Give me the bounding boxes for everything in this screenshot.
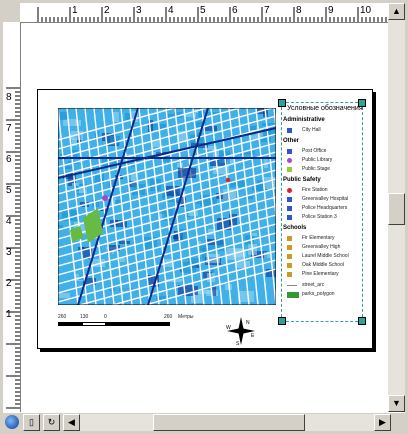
legend-group-heading: Public Safety <box>283 177 321 183</box>
legend-item-label: Police Headquarters <box>302 205 348 211</box>
ruler-corner <box>3 3 20 22</box>
scroll-thumb-horizontal[interactable] <box>153 414 305 431</box>
map-frame[interactable] <box>58 108 276 305</box>
ruler-horizontal: 1 2 3 4 5 6 7 8 9 10 <box>20 3 388 23</box>
selection-handle[interactable] <box>278 317 286 325</box>
legend-item-label: Post Office <box>302 148 327 154</box>
legend-item-label: Greenvalley High <box>302 244 341 250</box>
vertical-scrollbar[interactable]: ▲ ▼ <box>388 3 405 412</box>
circle-icon <box>287 158 292 163</box>
line-icon <box>287 285 297 286</box>
ruler-label: 1 <box>6 309 12 320</box>
ruler-label: 9 <box>328 5 334 16</box>
status-bar: ▯ ↻ ◀ ▶ <box>3 412 405 432</box>
layout-page[interactable]: Условные обозначения Administrative City … <box>37 89 373 349</box>
ruler-vertical: 8 7 6 5 4 3 2 1 <box>3 22 21 412</box>
legend-item-label: parks_polygon <box>302 291 335 297</box>
legend-item-label: Greenvalley Hospital <box>302 196 349 202</box>
legend-group-heading: Other <box>283 138 300 144</box>
school-icon <box>287 245 292 250</box>
scale-label-4: 260 <box>164 314 173 320</box>
public-library-marker <box>102 195 108 201</box>
compass-s: S <box>236 341 240 346</box>
selection-handle[interactable] <box>358 317 366 325</box>
ruler-label: 2 <box>104 5 110 16</box>
scale-label-3: 0 <box>104 314 107 320</box>
ruler-label: 6 <box>6 154 12 165</box>
scale-label-2: 130 <box>80 314 89 320</box>
compass-w: W <box>226 325 231 331</box>
ruler-label: 10 <box>360 5 372 16</box>
triangle-icon <box>287 128 292 133</box>
legend-item-label: Public Library <box>302 157 333 163</box>
star-icon <box>287 215 292 220</box>
legend-item-label: Public Stage <box>302 166 331 172</box>
ruler-label: 8 <box>296 5 302 16</box>
horizontal-scrollbar[interactable]: ◀ ▶ <box>63 414 391 431</box>
legend-item-label: City Hall <box>302 127 321 133</box>
legend-item-label: Pine Elementary <box>302 271 339 277</box>
ruler-label: 4 <box>168 5 174 16</box>
globe-icon[interactable] <box>5 415 19 429</box>
ruler-label: 8 <box>6 92 12 103</box>
hospital-marker <box>178 168 196 178</box>
star-icon <box>287 206 292 211</box>
selection-handle[interactable] <box>278 99 286 107</box>
legend-group-heading: Schools <box>283 225 307 231</box>
ruler-label: 7 <box>264 5 270 16</box>
scale-bar[interactable]: 260 130 0 260 Метры <box>58 314 218 334</box>
square-icon <box>287 197 292 202</box>
school-icon <box>287 263 292 268</box>
selection-handle[interactable] <box>358 99 366 107</box>
legend-item-label: Fir Elementary <box>302 235 335 241</box>
circle-icon <box>287 188 292 193</box>
scroll-up-button[interactable]: ▲ <box>388 3 405 20</box>
compass-n: N <box>246 320 250 326</box>
legend-item-label: Police Station 3 <box>302 214 337 220</box>
scroll-right-button[interactable]: ▶ <box>374 414 391 431</box>
square-icon <box>287 149 292 154</box>
scroll-left-button[interactable]: ◀ <box>63 414 80 431</box>
layout-canvas[interactable]: Условные обозначения Administrative City … <box>21 23 388 412</box>
legend-frame[interactable]: Условные обозначения Administrative City … <box>281 102 363 322</box>
school-icon <box>287 236 292 241</box>
ruler-label: 6 <box>232 5 238 16</box>
scroll-thumb-vertical[interactable] <box>388 193 405 225</box>
star-icon <box>287 167 292 172</box>
ruler-label: 3 <box>6 247 12 258</box>
refresh-icon[interactable]: ↻ <box>43 414 60 431</box>
north-arrow-icon[interactable]: N W E S <box>226 316 256 346</box>
page-layout-view-icon[interactable]: ▯ <box>23 414 40 431</box>
legend-item-label: street_arc <box>302 282 325 288</box>
legend-title: Условные обозначения <box>287 105 363 112</box>
fill-icon <box>287 292 299 298</box>
ruler-label: 3 <box>136 5 142 16</box>
ruler-label: 5 <box>200 5 206 16</box>
scale-unit: Метры <box>178 314 194 320</box>
ruler-label: 5 <box>6 185 12 196</box>
ruler-label: 4 <box>6 216 12 227</box>
scale-label-1: 260 <box>58 314 67 320</box>
ruler-label: 2 <box>6 278 12 289</box>
legend-group-heading: Administrative <box>283 117 325 123</box>
ruler-label: 1 <box>72 5 78 16</box>
compass-e: E <box>251 333 255 339</box>
legend-item-label: Fire Station <box>302 187 328 193</box>
legend-item-label: Oak Middle School <box>302 262 344 268</box>
school-icon <box>287 272 292 277</box>
ruler-label: 7 <box>6 123 12 134</box>
scroll-down-button[interactable]: ▼ <box>388 395 405 412</box>
fire-station-marker <box>225 177 231 183</box>
school-icon <box>287 254 292 259</box>
legend-item-label: Laurel Middle School <box>302 253 349 259</box>
